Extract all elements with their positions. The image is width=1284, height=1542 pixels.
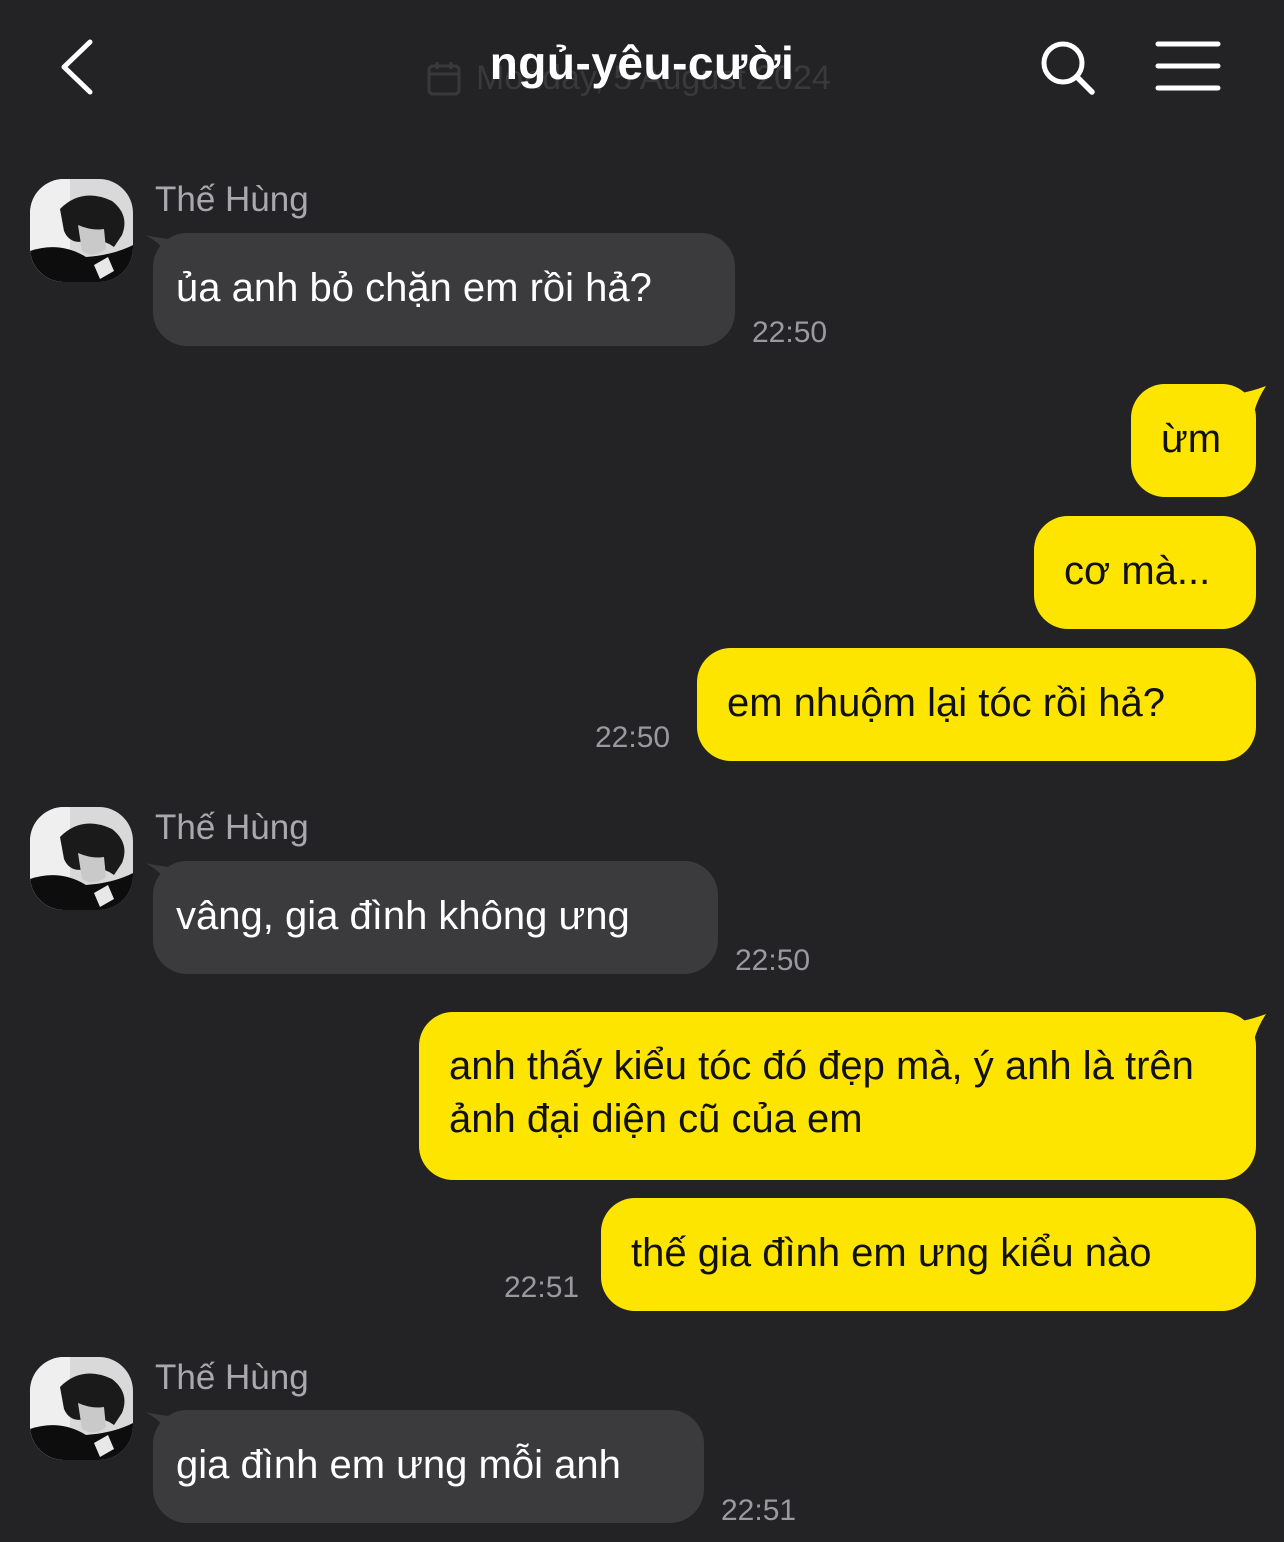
avatar[interactable]: [30, 807, 133, 910]
message-bubble-incoming[interactable]: gia đình em ưng mỗi anh: [153, 1410, 704, 1523]
avatar-photo: [30, 807, 133, 910]
chat-header: Monday, 5 August 2024 ngủ-yêu-cười: [0, 0, 1284, 140]
message-time: 22:50: [752, 316, 828, 349]
message-bubble-outgoing[interactable]: cơ mà...: [1034, 516, 1256, 629]
message-time: 22:51: [504, 1271, 580, 1304]
message-time: 22:50: [735, 944, 811, 977]
avatar[interactable]: [30, 179, 133, 282]
avatar[interactable]: [30, 1357, 133, 1460]
message-time: 22:51: [721, 1494, 797, 1527]
message-time: 22:50: [595, 721, 671, 754]
message-bubble-outgoing[interactable]: em nhuộm lại tóc rồi hả?: [697, 648, 1256, 761]
message-bubble-incoming[interactable]: vâng, gia đình không ưng: [153, 861, 718, 974]
message-bubble-outgoing[interactable]: anh thấy kiểu tóc đó đẹp mà, ý anh là tr…: [419, 1012, 1256, 1180]
sender-name: Thế Hùng: [155, 180, 309, 219]
avatar-photo: [30, 1357, 133, 1460]
avatar-photo: [30, 179, 133, 282]
chat-title: ngủ-yêu-cười: [489, 37, 795, 89]
message-bubble-outgoing[interactable]: ừm: [1131, 384, 1256, 497]
message-bubble-incoming[interactable]: ủa anh bỏ chặn em rồi hả?: [153, 233, 735, 346]
sender-name: Thế Hùng: [155, 1358, 309, 1397]
sender-name: Thế Hùng: [155, 808, 309, 847]
message-bubble-outgoing[interactable]: thế gia đình em ưng kiểu nào: [601, 1198, 1256, 1311]
